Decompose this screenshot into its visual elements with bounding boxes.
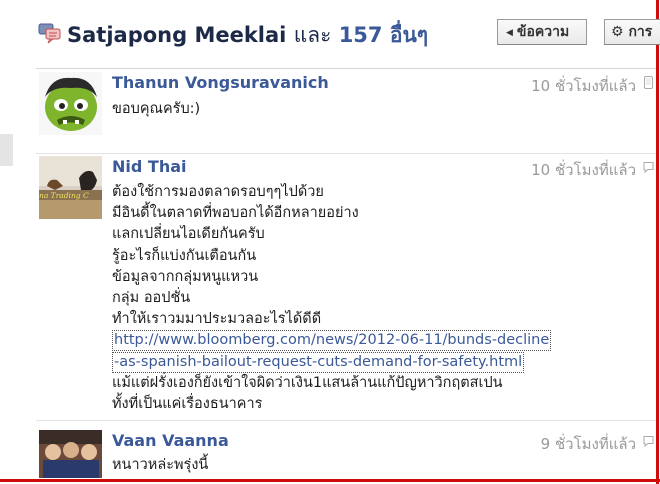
- message-text-line: ขอบคุณครับ:): [112, 101, 201, 117]
- message-text-line: มีอินดี้ในตลาดที่พอบอกได้อีกหลายอย่าง: [112, 205, 359, 222]
- chat-bubble-icon: [643, 162, 654, 174]
- mobile-phone-icon: [644, 76, 653, 89]
- message-body: หนาวหล่ะพรุ่งนี้: [112, 455, 208, 476]
- message-author[interactable]: Thanun Vongsuravanich: [112, 73, 329, 92]
- message-text-line: ทำให้เราวมมาประมวลอะไรได้ดีดี: [112, 311, 322, 328]
- messages-icon: [38, 23, 61, 44]
- window-border-right: [656, 0, 659, 484]
- message-link-part-2[interactable]: -as-spanish-bailout-request-cuts-demand-…: [112, 351, 525, 373]
- messages-button[interactable]: ◀ ข้อความ: [497, 19, 587, 45]
- message-text-line: แลกเปลี่ยนไอเดียกันครับ: [112, 226, 265, 243]
- message-text-line: ต้องใช้การมองตลาดรอบๆๆไปด้วย: [112, 184, 324, 200]
- message-text-line: รู้อะไรก็แบ่งกันเตือนกัน: [112, 247, 257, 264]
- avatar[interactable]: [39, 430, 102, 478]
- conversation-header: Satjapong Meeklai และ 157 อื่นๆ ◀ ข้อความ…: [0, 0, 660, 62]
- message-text-line: กลุ่ม ออปชั่น: [112, 290, 191, 307]
- avatar[interactable]: na Trading C: [39, 156, 102, 219]
- message-text-line: หนาวหล่ะพรุ่งนี้: [112, 457, 209, 473]
- message-timestamp: 10 ชั่วโมงที่แล้ว: [531, 161, 636, 179]
- chat-bubble-icon: [643, 436, 654, 448]
- message-text-line: ทั้งที่เป็นแค่เรื่องธนาคาร: [112, 396, 263, 413]
- window-border-bottom: [0, 479, 660, 482]
- gear-icon: ⚙: [611, 24, 624, 40]
- avatar[interactable]: [39, 72, 102, 135]
- avatar-caption: na Trading C: [39, 191, 89, 200]
- messages-button-label: ข้อความ: [516, 24, 570, 40]
- conversation-title: Satjapong Meeklai และ 157 อื่นๆ: [67, 19, 428, 52]
- message-item: Vaan Vaanna 9 ชั่วโมงที่แล้ว หนาวหล่ะพรุ…: [36, 428, 656, 478]
- header-divider: [36, 68, 656, 69]
- left-panel-edge: [0, 134, 13, 166]
- participant-name[interactable]: Satjapong Meeklai: [67, 23, 286, 47]
- avatar-hulk-image: [39, 72, 102, 135]
- message-item: na Trading C Nid Thai 10 ชั่วโมงที่แล้ว …: [36, 154, 656, 419]
- other-participants-link[interactable]: 157 อื่นๆ: [339, 23, 428, 47]
- message-divider: [36, 420, 656, 421]
- message-author[interactable]: Nid Thai: [112, 157, 186, 176]
- message-timestamp: 9 ชั่วโมงที่แล้ว: [540, 435, 636, 453]
- message-text-line: แม้แต่ฝรั่งเองก็ยังเข้าใจผิดว่าเงิน1แสนล…: [112, 374, 503, 391]
- message-timestamp: 10 ชั่วโมงที่แล้ว: [531, 77, 636, 95]
- message-item: Thanun Vongsuravanich 10 ชั่วโมงที่แล้ว …: [36, 70, 656, 150]
- message-link-part-1[interactable]: http://www.bloomberg.com/news/2012-06-11…: [112, 330, 552, 352]
- message-body: ต้องใช้การมองตลาดรอบๆๆไปด้วย มีอินดี้ในต…: [112, 182, 552, 415]
- message-body: ขอบคุณครับ:): [112, 99, 200, 120]
- avatar-group-image: [39, 430, 102, 478]
- actions-button[interactable]: ⚙ การ: [604, 19, 660, 45]
- message-author[interactable]: Vaan Vaanna: [112, 431, 229, 450]
- back-arrow-icon: ◀: [506, 28, 513, 38]
- avatar-trading-image: [39, 156, 102, 219]
- actions-button-label: การ: [628, 24, 653, 40]
- message-text-line: ข้อมูลจากกลุ่มหนูแหวน: [112, 268, 259, 285]
- title-conjunction: และ: [293, 23, 332, 47]
